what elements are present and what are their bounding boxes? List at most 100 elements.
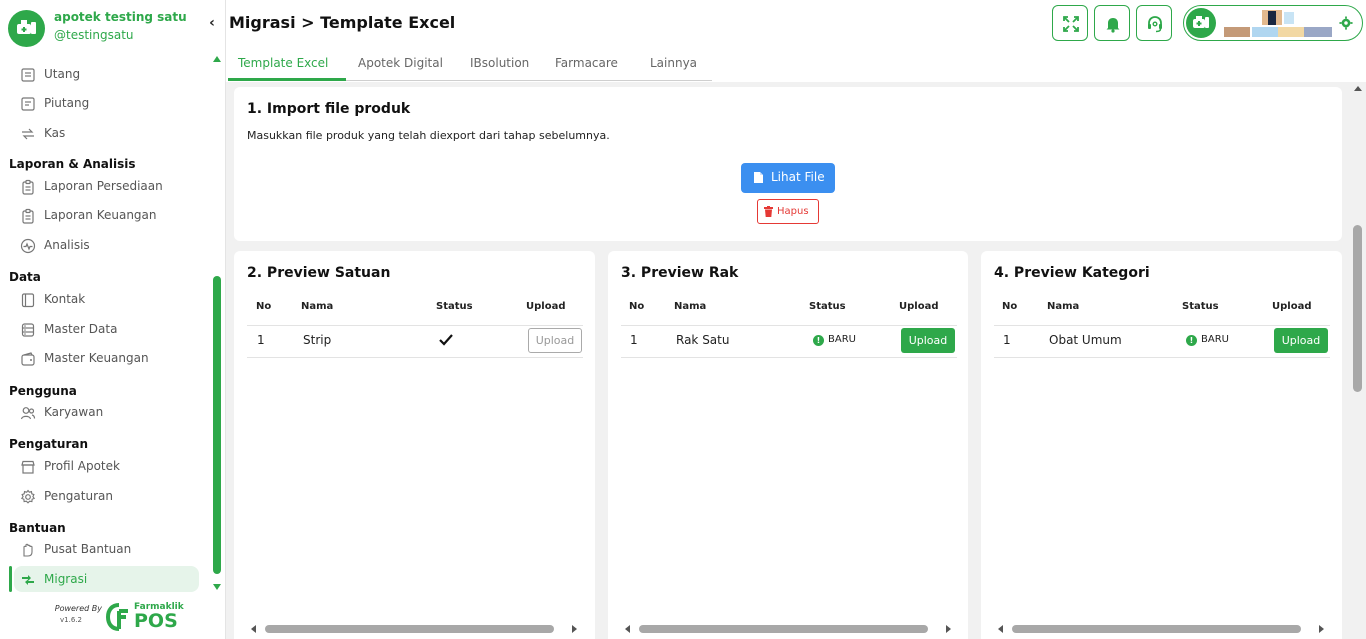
status-label: BARU	[828, 334, 856, 345]
receipt-icon	[21, 97, 35, 111]
sidebar-item-laporan-persediaan[interactable]: Laporan Persediaan	[14, 173, 199, 199]
clipboard-icon	[22, 208, 34, 224]
scroll-right-icon[interactable]	[572, 625, 577, 633]
delete-button[interactable]: Hapus	[757, 199, 819, 224]
gear-icon	[20, 489, 36, 504]
upload-button[interactable]: Upload	[1274, 328, 1328, 353]
clipboard-icon	[22, 179, 34, 195]
scroll-down-icon[interactable]	[213, 584, 221, 590]
scroll-right-icon[interactable]	[1319, 625, 1324, 633]
header-divider	[247, 325, 583, 326]
sidebar-item-laporan-keuangan[interactable]: Laporan Keuangan	[14, 202, 199, 228]
file-icon	[754, 172, 763, 183]
column-header: Upload	[1272, 301, 1312, 312]
sidebar-item-label: Pengaturan	[44, 489, 113, 503]
section-title: Bantuan	[9, 521, 66, 535]
header-divider	[621, 325, 957, 326]
sidebar-item-label: Kas	[44, 126, 66, 140]
sidebar-item-label: Analisis	[44, 238, 90, 252]
sidebar-item-kontak[interactable]: Kontak	[14, 286, 199, 312]
sidebar-item-piutang[interactable]: Piutang	[14, 90, 199, 116]
status-badge: ! BARU	[813, 334, 856, 346]
column-header: Status	[809, 301, 846, 312]
migrate-icon	[22, 575, 34, 585]
column-header: Status	[436, 301, 473, 312]
horizontal-scrollbar[interactable]	[251, 624, 577, 634]
scroll-left-icon[interactable]	[251, 625, 256, 633]
gear-icon[interactable]	[1339, 16, 1353, 30]
upload-button[interactable]: Upload	[901, 328, 955, 353]
horizontal-scrollbar[interactable]	[625, 624, 951, 634]
pharmacy-logo-icon	[8, 10, 45, 47]
sidebar-item-pengaturan[interactable]: Pengaturan	[14, 483, 199, 509]
sidebar-item-label: Karyawan	[44, 405, 104, 419]
notifications-button[interactable]	[1094, 5, 1130, 41]
scroll-thumb[interactable]	[639, 625, 928, 633]
scroll-left-icon[interactable]	[998, 625, 1003, 633]
profile-menu[interactable]	[1183, 5, 1363, 41]
sidebar-scrollbar[interactable]	[211, 56, 223, 596]
scroll-right-icon[interactable]	[946, 625, 951, 633]
support-button[interactable]	[1136, 5, 1172, 41]
fullscreen-button[interactable]	[1052, 5, 1088, 41]
preview-satuan-card: 2. Preview Satuan No Nama Status Upload …	[234, 251, 595, 639]
view-file-button[interactable]: Lihat File	[741, 163, 835, 193]
row-divider	[994, 357, 1330, 358]
alert-icon: !	[813, 335, 824, 346]
sidebar-item-kas[interactable]: Kas	[14, 120, 199, 146]
check-icon	[439, 334, 453, 346]
contact-book-icon	[21, 293, 35, 308]
page-scrollbar[interactable]	[1350, 82, 1366, 639]
tab-ibsolution[interactable]: IBsolution	[470, 56, 529, 70]
sidebar-item-label: Master Keuangan	[44, 351, 149, 365]
scroll-thumb[interactable]	[1353, 225, 1362, 392]
row-nama: Strip	[303, 333, 332, 347]
wallet-icon	[21, 352, 35, 366]
sidebar-item-label: Piutang	[44, 96, 90, 110]
import-description: Masukkan file produk yang telah diexport…	[247, 129, 610, 142]
column-header: Upload	[526, 301, 566, 312]
pharmacy-handle: @testingsatu	[54, 28, 134, 42]
import-card: 1. Import file produk Masukkan file prod…	[234, 87, 1342, 241]
section-title: Laporan & Analisis	[9, 157, 136, 171]
scroll-up-icon[interactable]	[213, 56, 221, 62]
sidebar-item-master-keuangan[interactable]: Master Keuangan	[14, 345, 199, 371]
tab-template-excel[interactable]: Template Excel	[238, 56, 328, 70]
sidebar-item-karyawan[interactable]: Karyawan	[14, 399, 199, 425]
row-divider	[621, 357, 957, 358]
column-header: Status	[1182, 301, 1219, 312]
scroll-thumb[interactable]	[265, 625, 554, 633]
tab-farmacare[interactable]: Farmacare	[555, 56, 618, 70]
tab-lainnya[interactable]: Lainnya	[650, 56, 697, 70]
scroll-thumb[interactable]	[213, 276, 221, 574]
headset-icon	[1148, 16, 1162, 33]
powered-by-label: Powered By	[54, 604, 102, 613]
header-divider	[994, 325, 1330, 326]
preview-title: 3. Preview Rak	[621, 265, 739, 281]
collapse-sidebar-button[interactable]: ‹	[205, 15, 219, 31]
sidebar-item-profil-apotek[interactable]: Profil Apotek	[14, 453, 199, 479]
database-icon	[21, 323, 35, 337]
sidebar-item-utang[interactable]: Utang	[14, 61, 199, 87]
migration-tabs: Template Excel Apotek Digital IBsolution…	[226, 48, 1366, 82]
sidebar-item-label: Kontak	[44, 292, 86, 306]
horizontal-scrollbar[interactable]	[998, 624, 1324, 634]
scroll-thumb[interactable]	[1012, 625, 1301, 633]
tab-apotek-digital[interactable]: Apotek Digital	[358, 56, 443, 70]
section-title: Pengguna	[9, 384, 77, 398]
view-file-label: Lihat File	[771, 170, 825, 184]
sidebar-item-analisis[interactable]: Analisis	[14, 232, 199, 258]
sidebar-item-migrasi[interactable]: Migrasi	[14, 566, 199, 592]
scroll-left-icon[interactable]	[625, 625, 630, 633]
status-badge: ! BARU	[1186, 334, 1229, 346]
scroll-up-icon[interactable]	[1354, 86, 1362, 91]
column-header: Nama	[1047, 301, 1080, 312]
sidebar-item-master-data[interactable]: Master Data	[14, 316, 199, 342]
sidebar-item-label: Laporan Persediaan	[44, 179, 163, 193]
row-nama: Rak Satu	[676, 333, 730, 347]
fullscreen-icon	[1063, 16, 1079, 32]
row-nama: Obat Umum	[1049, 333, 1122, 347]
store-icon	[21, 460, 35, 474]
upload-button[interactable]: Upload	[528, 328, 582, 353]
sidebar-item-pusat-bantuan[interactable]: Pusat Bantuan	[14, 536, 199, 562]
